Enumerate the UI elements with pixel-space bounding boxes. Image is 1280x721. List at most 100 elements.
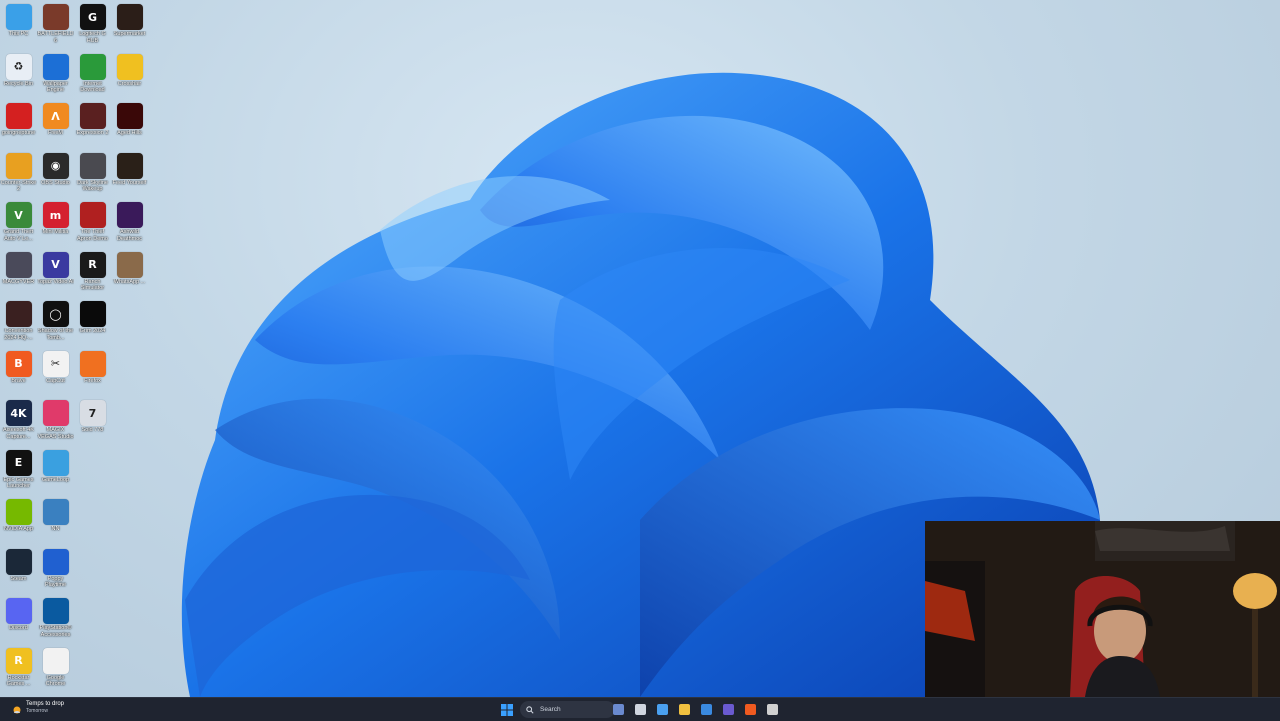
desktop-icon[interactable]: m Mini Militia [37, 200, 74, 248]
taskbar-brave-button[interactable] [742, 701, 758, 718]
desktop-icon[interactable]: 4K Aiseesoft 4K Capture... [0, 398, 37, 446]
desktop-icon-label: PlayStation® Accessories [39, 625, 72, 638]
desktop-icon[interactable]: Steam [0, 547, 37, 595]
taskbar-file-explorer-button[interactable] [676, 701, 692, 718]
app-icon: ◉ [42, 152, 69, 179]
desktop-icon[interactable]: NVIDIA App [0, 497, 37, 545]
desktop-icon[interactable]: PlayStation® Accessories [37, 596, 74, 644]
app-icon [116, 202, 143, 228]
desktop-icon[interactable]: Λ FiveM [37, 101, 74, 149]
app-icon [79, 301, 106, 327]
desktop-icon-label: Wallpaper Engine [43, 80, 68, 94]
desktop-icon[interactable]: V Grand Theft Auto V Le... [0, 200, 37, 248]
desktop-icon[interactable]: MACGYVER [0, 250, 37, 298]
desktop-icon[interactable]: 7 Sold 778 [74, 398, 111, 446]
desktop-icon-label: Brave [11, 377, 26, 384]
desktop-icon[interactable]: Poppy Playtime [37, 547, 74, 595]
desktop-icon-label: Counter-Strike 2 [0, 179, 37, 193]
weather-subtitle: Tomorrow [26, 708, 48, 714]
desktop-icon[interactable]: V Topaz Video AI [37, 250, 74, 298]
taskbar-widgets-button[interactable] [610, 701, 626, 718]
app-icon [5, 152, 32, 179]
taskbar-chrome-button[interactable] [764, 701, 780, 718]
desktop-icon-label: Recycle Bin [3, 80, 34, 87]
app-icon [116, 152, 143, 179]
desktop-icon[interactable]: Crosshair [111, 52, 148, 100]
app-icon [42, 499, 69, 525]
app-icon [116, 4, 143, 30]
desktop-icon[interactable]: ✂ CapCut [37, 349, 74, 397]
desktop-icon[interactable]: The Thief Apron Demo [74, 200, 111, 248]
desktop-icon-label: Steam [10, 575, 27, 582]
desktop-icon-label: FiveM [48, 130, 63, 136]
desktop-icon-label: This PC [8, 31, 29, 37]
microsoft-store-icon [700, 704, 712, 715]
desktop-icon[interactable]: Feed Yourself [111, 151, 148, 199]
file-explorer-icon [678, 704, 690, 715]
desktop-icon-label: Shadow of the Tomb... [37, 328, 74, 341]
desktop-icon[interactable]: B Brave [0, 349, 37, 397]
app-icon [5, 301, 32, 327]
desktop-icon[interactable]: BATTLEFIELD 6 [37, 2, 74, 50]
desktop-icon[interactable]: Supermarket [111, 2, 148, 50]
desktop-icon[interactable]: ♻ Recycle Bin [0, 52, 37, 100]
desktop-icon-label: NVIDIA App [3, 526, 34, 532]
desktop-icon[interactable]: R Rockstar Games ... [0, 646, 37, 694]
desktop-icon[interactable]: E Epic Games Launcher [0, 448, 37, 496]
desktop-icon-label: Supermarket [113, 31, 146, 37]
desktop-icon[interactable]: R Ranch Simulator [74, 250, 111, 298]
desktop-icon-label: Convention 2024 HQ-... [4, 328, 33, 341]
desktop-icon[interactable]: Aged Hills [111, 101, 148, 149]
app-icon: ◯ [42, 301, 69, 327]
desktop-icon-label: Crosshair [117, 80, 142, 87]
desktop-icon-label: WhatsApp ... [113, 278, 146, 285]
desktop-icon[interactable]: Ashwild Deathmoc [111, 200, 148, 248]
taskbar-teams-button[interactable] [720, 701, 736, 718]
desktop-icon[interactable]: G Logitech G HUB [74, 2, 111, 50]
weather-icon[interactable] [10, 701, 24, 718]
app-icon [42, 53, 69, 80]
app-icon [5, 251, 32, 278]
desktop-icon[interactable]: goingneptune [0, 101, 37, 149]
weather-title: Temps to drop [26, 701, 65, 707]
app-icon: 7 [79, 400, 106, 426]
desktop-icon[interactable]: Counter-Strike 2 [0, 151, 37, 199]
desktop-icon[interactable]: Expression 2 [74, 101, 111, 149]
desktop-icon-label: Aged Hills [117, 130, 142, 136]
desktop-icon-label: Mini Militia [42, 229, 69, 235]
weather-widget[interactable]: Temps to drop Tomorrow [26, 701, 64, 715]
desktop-icon[interactable]: Google Chrome [37, 646, 74, 694]
desktop-icon-label: goingneptune [1, 130, 36, 136]
desktop-icon[interactable]: NN [37, 497, 74, 545]
app-icon [116, 53, 143, 80]
taskbar-search[interactable]: Search [520, 701, 615, 718]
desktop-icon[interactable]: Dark Skyline Wakeup [74, 151, 111, 199]
desktop-icon[interactable]: MAGIX VEGAS Studio [37, 398, 74, 446]
start-button[interactable] [498, 701, 516, 718]
desktop-icon[interactable]: This PC [0, 2, 37, 50]
taskbar-microsoft-store-button[interactable] [698, 701, 714, 718]
desktop-icon[interactable]: ◉ OBS Studio [37, 151, 74, 199]
desktop-icon[interactable]: Discord [0, 596, 37, 644]
desktop-icon[interactable]: WhatsApp ... [111, 250, 148, 298]
taskbar-task-view-button[interactable] [632, 701, 648, 718]
desktop-icon-label: The Thief Apron Demo [77, 229, 108, 242]
desktop-icon[interactable]: Grim 2024 [74, 299, 111, 347]
desktop-icon[interactable]: GameLoop [37, 448, 74, 496]
app-icon: V [5, 202, 32, 228]
search-label: Search [540, 706, 561, 713]
desktop-icon[interactable]: Internet Download [74, 52, 111, 100]
desktop-icon-label: Dark Skyline Wakeup [77, 179, 108, 193]
desktop-icon[interactable]: Convention 2024 HQ-... [0, 299, 37, 347]
app-icon [42, 598, 69, 624]
app-icon [5, 499, 32, 525]
desktop-icon[interactable]: Firefox [74, 349, 111, 397]
app-icon [79, 53, 106, 80]
brave-icon [744, 704, 756, 715]
taskbar-copilot-button[interactable] [654, 701, 670, 718]
desktop-icon[interactable]: Wallpaper Engine [37, 52, 74, 100]
desktop-icon-label: Grim 2024 [79, 328, 106, 334]
app-icon [5, 4, 32, 30]
app-icon: B [5, 350, 32, 377]
desktop-icon[interactable]: ◯ Shadow of the Tomb... [37, 299, 74, 347]
